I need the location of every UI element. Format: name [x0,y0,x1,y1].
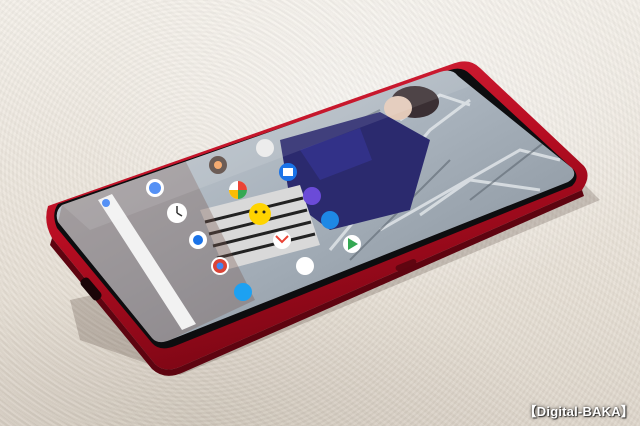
fur-rug-background: 【Digital-BAKA】 [0,0,640,426]
files-icon[interactable] [296,257,314,275]
maps-icon[interactable] [321,211,339,229]
watermark: 【Digital-BAKA】 [523,404,634,419]
twitter-icon[interactable] [234,283,252,301]
smartphone [46,61,600,376]
smiley-icon[interactable] [249,203,271,225]
music-icon[interactable] [303,187,321,205]
gmail-icon[interactable] [273,231,291,249]
